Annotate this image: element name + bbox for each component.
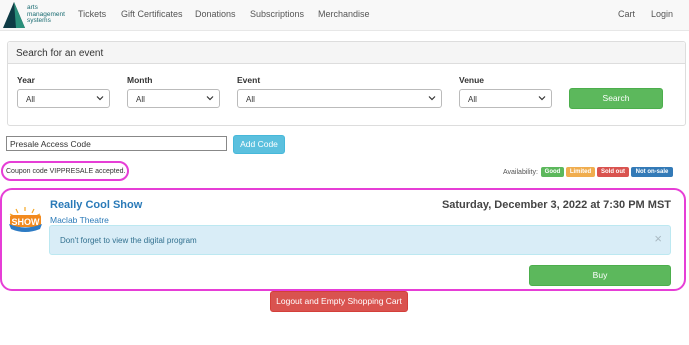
event-title[interactable]: Really Cool Show [50, 199, 142, 211]
buy-button[interactable]: Buy [529, 265, 671, 286]
month-label: Month [127, 75, 153, 85]
coupon-accepted-message: Coupon code VIPPRESALE accepted. [6, 168, 126, 175]
nav-merchandise[interactable]: Merchandise [318, 9, 370, 19]
month-select-value: All [136, 95, 145, 104]
brand-logo[interactable]: arts management systems [3, 2, 73, 28]
nav-login[interactable]: Login [651, 9, 673, 19]
event-date: Saturday, December 3, 2022 at 7:30 PM MS… [441, 199, 671, 211]
event-select[interactable]: All [237, 89, 442, 108]
top-navbar: arts management systems Tickets Gift Cer… [0, 0, 689, 31]
nav-cart[interactable]: Cart [618, 9, 635, 19]
show-logo-text: SHOW [12, 217, 41, 227]
brand-line-3: systems [27, 17, 51, 24]
nav-gift-certificates[interactable]: Gift Certificates [121, 9, 183, 19]
year-select[interactable]: All [17, 89, 110, 108]
nav-subscriptions[interactable]: Subscriptions [250, 9, 304, 19]
brand-name: arts management systems [27, 4, 65, 25]
event-venue[interactable]: Maclab Theatre [50, 215, 109, 225]
show-logo-image[interactable]: SHOW [7, 205, 44, 233]
month-select[interactable]: All [127, 89, 220, 108]
presale-code-field[interactable] [6, 136, 227, 151]
year-label: Year [17, 75, 35, 85]
logout-empty-cart-button[interactable]: Logout and Empty Shopping Cart [270, 291, 408, 312]
add-code-button[interactable]: Add Code [233, 135, 285, 154]
venue-select-value: All [468, 95, 477, 104]
logo-mark-icon [3, 2, 25, 28]
event-label: Event [237, 75, 261, 85]
event-select-value: All [246, 95, 255, 104]
venue-label: Venue [459, 75, 485, 85]
venue-select[interactable]: All [459, 89, 552, 108]
nav-tickets[interactable]: Tickets [78, 9, 106, 19]
badge-not-on-sale: Not on-sale [631, 167, 673, 177]
search-panel-header [8, 42, 685, 64]
badge-sold-out: Sold out [597, 167, 629, 177]
nav-donations[interactable]: Donations [195, 9, 236, 19]
year-select-value: All [26, 95, 35, 104]
availability-label: Availability: [503, 169, 538, 176]
digital-program-alert: Don't forget to view the digital program… [49, 225, 671, 255]
chevron-down-icon [96, 96, 104, 101]
alert-message[interactable]: Don't forget to view the digital program [60, 236, 197, 245]
chevron-down-icon [206, 96, 214, 101]
presale-code-input[interactable] [7, 137, 226, 150]
badge-limited: Limited [566, 167, 595, 177]
close-icon[interactable]: × [654, 232, 662, 245]
search-panel-title: Search for an event [16, 48, 104, 59]
badge-good: Good [541, 167, 564, 177]
search-button[interactable]: Search [569, 88, 663, 109]
search-panel: Search for an event Year All Month All E… [7, 41, 686, 126]
chevron-down-icon [538, 96, 546, 101]
chevron-down-icon [428, 96, 436, 101]
